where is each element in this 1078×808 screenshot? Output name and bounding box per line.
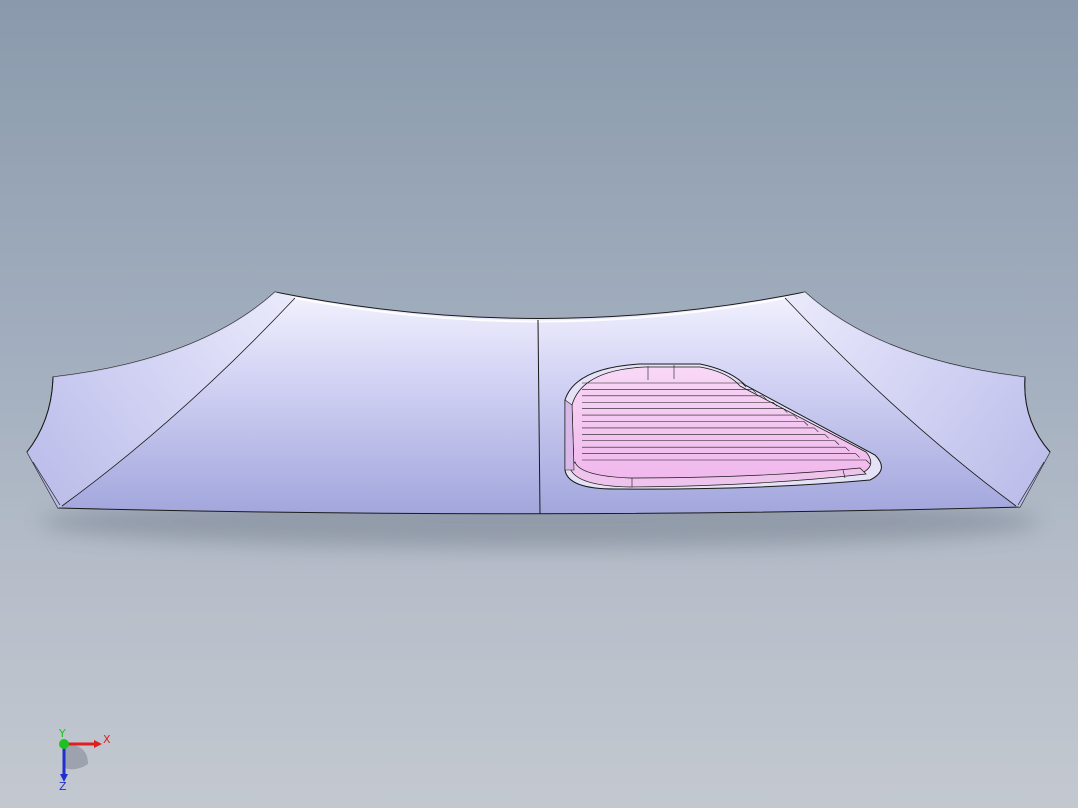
triad-x-arrow-icon <box>94 740 102 748</box>
triad-y-label: Y <box>58 728 66 740</box>
triad-shadow <box>64 744 88 770</box>
triad-z-label: Z <box>59 780 67 792</box>
triad-y-axis-icon <box>59 739 69 749</box>
cad-model[interactable] <box>0 0 1078 808</box>
reference-triad[interactable]: X Z Y <box>48 728 118 792</box>
graphics-viewport[interactable]: X Z Y <box>0 0 1078 808</box>
triad-x-label: X <box>103 733 111 746</box>
